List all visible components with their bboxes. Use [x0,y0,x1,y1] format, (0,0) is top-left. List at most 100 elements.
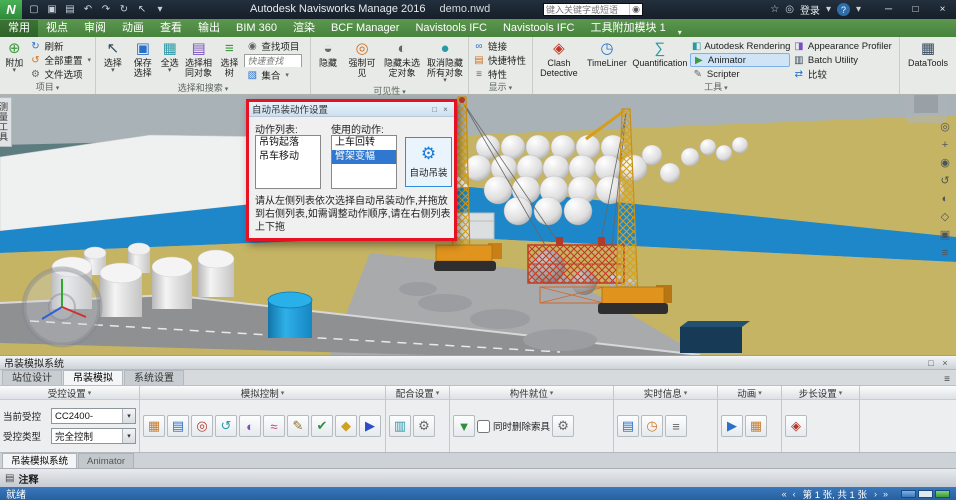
controlled-type-select[interactable]: 完全控制▾ [51,428,136,444]
project-group-label[interactable]: 项目 [0,81,95,94]
reset-all-button[interactable]: ↺全部重置 [27,53,93,67]
select-search-group-label[interactable]: 选择和搜索 [96,82,310,95]
dock-restore-icon[interactable]: □ [924,358,938,368]
save-selection-button[interactable]: ▣ 保存选择 [129,39,157,79]
undo-icon[interactable]: ↶ [80,2,96,17]
realtime-report-button[interactable]: ≡ [665,415,687,437]
appearance-profiler-button[interactable]: ◨Appearance Profiler [791,39,895,53]
quantification-button[interactable]: ∑ Quantification [631,39,689,69]
component-placement-header[interactable]: 构件就位 [450,386,613,400]
exchange-apps-icon[interactable]: ☆ [770,4,779,15]
select-button[interactable]: ↖ 选择 ▾ [98,39,128,75]
step-settings-button[interactable]: ◈ [785,415,807,437]
ribbon-collapse-icon[interactable]: ▾ [678,28,682,37]
remove-rigging-checkbox[interactable] [477,420,490,433]
sim-control-button-4[interactable]: ↺ [215,415,237,437]
pan-icon[interactable]: + [937,137,953,152]
tab-navistools-ifc-1[interactable]: Navistools IFC [407,19,495,37]
look-around-icon[interactable]: ◐ [937,191,953,206]
sim-control-button-8[interactable]: ✔ [311,415,333,437]
require-button[interactable]: ◎ 强制可见 [344,39,380,79]
realtime-data-button[interactable]: ▤ [617,415,639,437]
tools-group-label[interactable]: 工具 [533,81,899,94]
sim-control-button-10[interactable]: ▶ [359,415,381,437]
tab-view[interactable]: 查看 [152,19,190,37]
tab-viewpoint[interactable]: 视点 [38,19,76,37]
fit-settings-header[interactable]: 配合设置 [386,386,449,400]
qat-menu-icon[interactable]: ▾ [152,2,168,17]
navisworks-logo-icon[interactable]: N [0,0,22,19]
sim-control-button-5[interactable]: ◐ [239,415,261,437]
tab-lift-simulation[interactable]: 吊装模拟 [63,370,123,385]
animator-button[interactable]: ▶Animator [690,53,790,67]
fit-settings-button[interactable]: ⚙ [413,415,435,437]
hide-unselected-button[interactable]: ◐ 隐藏未选定对象 [381,39,423,79]
tab-bcf-manager[interactable]: BCF Manager [323,19,407,37]
bottom-tab-animator[interactable]: Animator [78,453,134,468]
unhide-all-button[interactable]: ● 取消隐藏所有对象 ▾ [424,39,466,85]
select-all-button[interactable]: ▦ 全选 ▾ [158,39,182,75]
properties-button[interactable]: ≡特性 [471,67,528,81]
tab-review[interactable]: 审阅 [76,19,114,37]
sim-control-button-2[interactable]: ▤ [167,415,189,437]
walk-icon[interactable]: ◇ [937,209,953,224]
maximize-button[interactable]: □ [902,0,929,19]
quick-find-input[interactable] [245,56,301,67]
animation-play-button[interactable]: ▶ [721,415,743,437]
orbit-icon[interactable]: ↺ [937,173,953,188]
viewport-3d[interactable]: 测量工具 ◎ + ◉ ↺ ◐ ◇ ▣ ≡ [0,95,956,355]
measure-tools-tab[interactable]: 测量工具 [0,97,12,147]
redo-icon[interactable]: ↷ [98,2,114,17]
dialog-title-bar[interactable]: 自动吊装动作设置 □ × [249,102,454,117]
sim-control-button-6[interactable]: ≈ [263,415,285,437]
save-icon[interactable]: ▣ [44,2,60,17]
sim-control-button-1[interactable]: ▦ [143,415,165,437]
first-sheet-icon[interactable]: « [779,489,790,499]
refresh-button[interactable]: ↻刷新 [27,39,93,53]
comments-panel-header[interactable]: ▤ 注释 [0,468,956,488]
append-button[interactable]: ⊕ 附加 ▾ [2,39,26,75]
quick-properties-button[interactable]: ▤快捷特性 [471,53,528,67]
sign-in-button[interactable]: 登录 [800,2,820,17]
batch-utility-button[interactable]: ▥Batch Utility [791,53,895,67]
autodesk-rendering-button[interactable]: ◧Autodesk Rendering [690,39,790,53]
list-item[interactable]: 吊车移动 [256,150,320,164]
sim-control-button-3[interactable]: ◎ [191,415,213,437]
minimize-button[interactable]: ─ [875,0,902,19]
fit-chart-button[interactable]: ▥ [389,415,411,437]
scripter-button[interactable]: ✎Scripter [690,67,790,81]
search-icon[interactable]: ◉ [629,4,642,15]
clash-detective-button[interactable]: ◈ Clash Detective [535,39,583,79]
zoom-icon[interactable]: ◉ [937,155,953,170]
animation-header[interactable]: 动画 [718,386,781,400]
select-same-button[interactable]: ▤ 选择相同对象 [183,39,215,79]
sets-button[interactable]: ▧集合 [244,68,308,82]
action-listbox[interactable]: 吊钩起落 吊车移动 [255,135,321,189]
dock-close-icon[interactable]: × [938,358,952,368]
tab-render[interactable]: 渲染 [285,19,323,37]
combo-dropdown-icon[interactable]: ▾ [122,429,135,443]
tab-station-design[interactable]: 站位设计 [2,370,62,385]
tab-navistools-ifc-2[interactable]: Navistools IFC [495,19,583,37]
communication-center-icon[interactable]: ◎ [785,4,794,15]
tab-system-settings[interactable]: 系统设置 [124,370,184,385]
placement-settings-button[interactable]: ⚙ [552,415,574,437]
dialog-close-icon[interactable]: × [440,105,451,114]
sim-control-button-9[interactable]: ◆ [335,415,357,437]
compare-button[interactable]: ⇄比较 [791,67,895,81]
next-sheet-icon[interactable]: › [871,489,880,499]
realtime-clock-button[interactable]: ◷ [641,415,663,437]
links-button[interactable]: ∞链接 [471,39,528,53]
tab-output[interactable]: 输出 [190,19,228,37]
datatools-button[interactable]: ▦ DataTools [902,39,954,69]
close-button[interactable]: × [929,0,956,19]
place-component-button[interactable]: ▼ [453,415,475,437]
refresh-icon[interactable]: ↻ [116,2,132,17]
selection-tree-button[interactable]: ≡ 选择树 [215,39,243,79]
file-options-button[interactable]: ⚙文件选项 [27,67,93,81]
animation-export-button[interactable]: ▦ [745,415,767,437]
auto-lift-button[interactable]: ⚙ 自动吊装 [405,137,452,187]
previous-sheet-icon[interactable]: ‹ [790,489,799,499]
last-sheet-icon[interactable]: » [880,489,891,499]
tab-home[interactable]: 常用 [0,19,38,37]
